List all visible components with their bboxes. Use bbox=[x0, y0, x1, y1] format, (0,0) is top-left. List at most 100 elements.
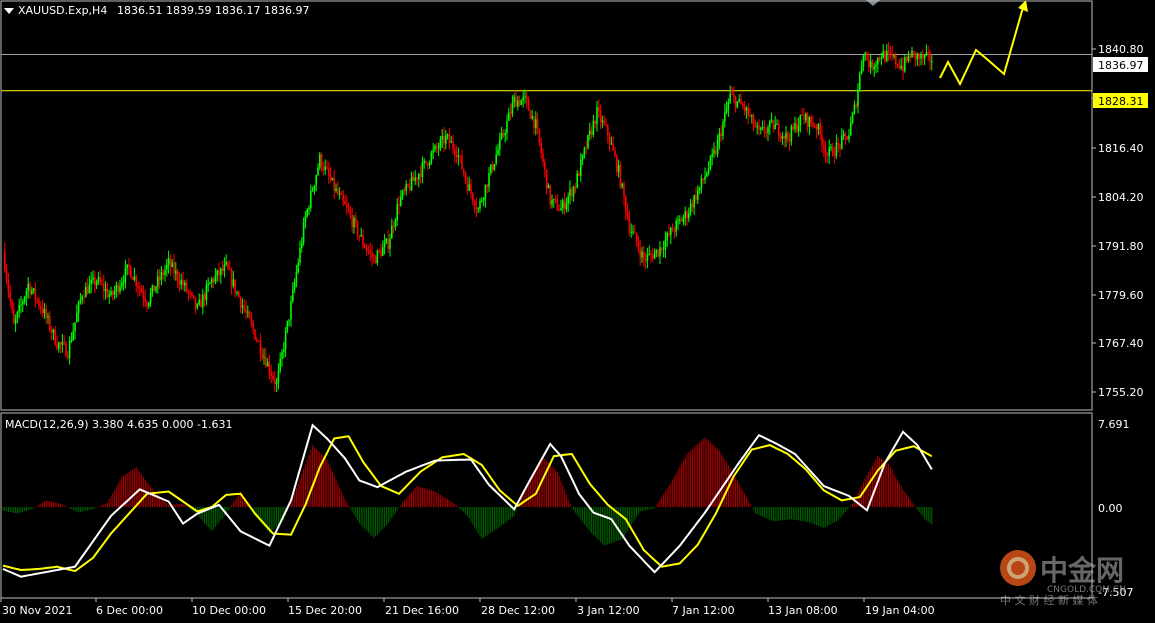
candle-body bbox=[704, 176, 706, 180]
candle-body bbox=[601, 120, 604, 123]
candle-body bbox=[153, 285, 155, 292]
candle-body bbox=[630, 231, 632, 233]
candle-body bbox=[509, 112, 512, 114]
candle-body bbox=[736, 101, 739, 108]
candle-body bbox=[925, 52, 928, 55]
candle-body bbox=[313, 185, 316, 191]
candle-body bbox=[841, 135, 843, 149]
candle-body bbox=[234, 279, 236, 293]
candle-body bbox=[432, 149, 434, 153]
candle-body bbox=[621, 183, 623, 187]
candle-body bbox=[335, 188, 337, 191]
candle-body bbox=[211, 278, 213, 283]
candle-body bbox=[767, 127, 769, 133]
candle-body bbox=[860, 66, 863, 74]
candle-body bbox=[47, 316, 49, 318]
candle-body bbox=[916, 54, 919, 60]
candle-body bbox=[180, 280, 182, 285]
candle-body bbox=[574, 186, 577, 188]
candle-body bbox=[724, 112, 726, 122]
candle-body bbox=[281, 352, 283, 359]
candle-body bbox=[189, 292, 191, 294]
candle-body bbox=[4, 251, 6, 271]
candle-body bbox=[389, 238, 391, 249]
candle-body bbox=[592, 120, 595, 135]
candle-body bbox=[893, 55, 895, 57]
candle-body bbox=[304, 216, 307, 223]
candle-body bbox=[216, 270, 218, 276]
candle-body bbox=[315, 175, 317, 186]
candle-body bbox=[36, 299, 38, 301]
candle-body bbox=[887, 51, 890, 53]
candle-body bbox=[351, 215, 353, 228]
candle-body bbox=[121, 283, 123, 287]
candle-body bbox=[79, 299, 82, 303]
time-label: 13 Jan 08:00 bbox=[768, 604, 838, 617]
candle-body bbox=[160, 272, 163, 281]
ohlc-values: 1836.51 1839.59 1836.17 1836.97 bbox=[117, 4, 309, 17]
candle-body bbox=[628, 218, 631, 233]
candle-body bbox=[139, 287, 141, 289]
candle-body bbox=[230, 270, 233, 286]
candle-body bbox=[259, 341, 262, 354]
candle-body bbox=[202, 294, 204, 308]
candle-body bbox=[225, 262, 227, 265]
candle-body bbox=[549, 184, 551, 205]
candle-body bbox=[803, 114, 805, 121]
candle-body bbox=[140, 288, 143, 293]
chart-menu-triangle-icon[interactable] bbox=[4, 8, 14, 14]
candle-body bbox=[387, 238, 389, 249]
candle-body bbox=[715, 150, 717, 154]
candle-body bbox=[763, 126, 766, 133]
candle-body bbox=[49, 316, 51, 330]
candle-body bbox=[742, 104, 744, 107]
candle-body bbox=[319, 154, 321, 168]
candle-body bbox=[126, 264, 128, 269]
candle-body bbox=[569, 189, 571, 197]
candle-body bbox=[783, 135, 785, 139]
candle-body bbox=[400, 196, 402, 206]
candle-body bbox=[482, 199, 485, 201]
candle-body bbox=[481, 200, 483, 202]
candle-body bbox=[423, 160, 425, 163]
candle-body bbox=[747, 107, 749, 116]
candle-body bbox=[295, 271, 298, 283]
candle-body bbox=[846, 136, 848, 140]
candle-body bbox=[470, 184, 472, 194]
candle-body bbox=[738, 99, 740, 102]
candle-body bbox=[563, 200, 566, 210]
candle-body bbox=[900, 65, 902, 69]
candle-body bbox=[297, 263, 299, 272]
candle-body bbox=[808, 117, 811, 127]
candle-body bbox=[329, 175, 332, 180]
candle-body bbox=[585, 147, 587, 149]
candle-body bbox=[113, 290, 116, 295]
candle-body bbox=[805, 113, 807, 121]
candle-body bbox=[850, 122, 852, 136]
candle-body bbox=[796, 123, 798, 132]
candle-body bbox=[774, 124, 776, 130]
candle-body bbox=[425, 160, 427, 164]
candle-body bbox=[727, 101, 730, 109]
candle-body bbox=[740, 99, 742, 105]
candle-body bbox=[184, 282, 186, 286]
candle-body bbox=[817, 123, 820, 130]
candle-body bbox=[743, 106, 746, 111]
candle-body bbox=[261, 353, 263, 358]
candle-body bbox=[205, 285, 208, 300]
candle-body bbox=[853, 104, 856, 114]
candle-body bbox=[301, 242, 303, 248]
candle-body bbox=[94, 277, 96, 286]
candle-body bbox=[864, 53, 866, 56]
candle-body bbox=[877, 57, 879, 65]
time-label: 30 Nov 2021 bbox=[2, 604, 72, 617]
candle-body bbox=[193, 295, 195, 298]
candle-body bbox=[209, 282, 211, 284]
candle-body bbox=[166, 264, 168, 270]
candle-body bbox=[907, 55, 910, 61]
price-pane-frame bbox=[0, 0, 1093, 411]
candle-body bbox=[652, 254, 654, 259]
candle-body bbox=[515, 96, 517, 107]
candle-body bbox=[158, 276, 161, 281]
candle-body bbox=[504, 132, 506, 136]
